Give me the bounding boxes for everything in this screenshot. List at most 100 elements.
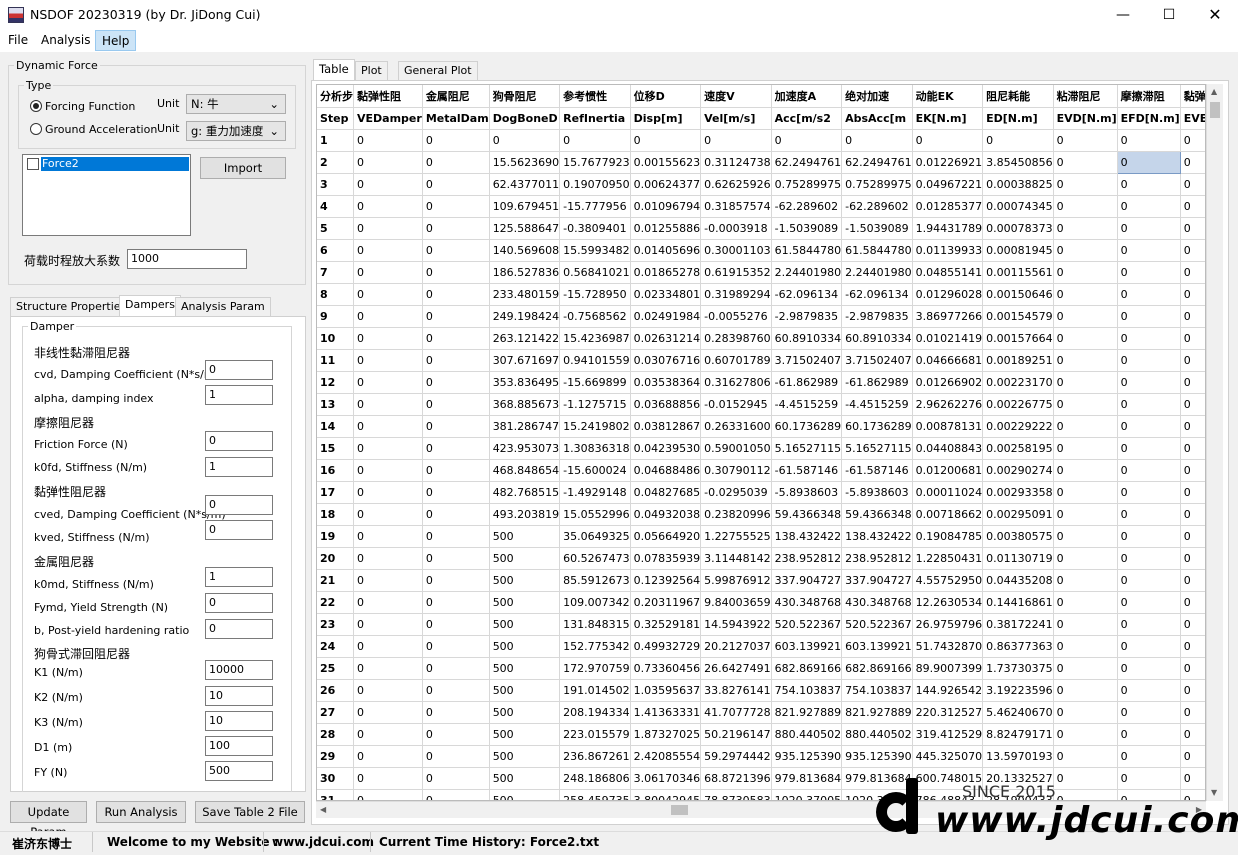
table-cell[interactable]: 0 (353, 525, 423, 548)
table-cell[interactable]: 89.9007399 (912, 657, 984, 680)
table-cell[interactable]: 0 (1053, 679, 1118, 702)
table-cell[interactable]: 0.30790112 (700, 459, 772, 482)
table-cell[interactable]: 19 (317, 525, 354, 548)
table-cell[interactable]: 0.75289975 (841, 173, 913, 196)
table-cell[interactable]: 0 (1116, 150, 1181, 174)
table-cell[interactable]: 2.24401980 (771, 261, 843, 284)
table-cell[interactable]: 3.19223596 (982, 679, 1054, 702)
table-cell[interactable]: 分析步 (317, 85, 354, 108)
table-cell[interactable]: 78.8730583 (700, 789, 772, 800)
table-cell[interactable]: 24 (317, 635, 354, 658)
table-cell[interactable]: 880.440502 (841, 723, 913, 746)
table-cell[interactable]: 0 (353, 745, 423, 768)
table-cell[interactable]: 0 (353, 481, 423, 504)
table-cell[interactable]: 0 (1117, 745, 1181, 768)
table-cell[interactable]: 754.103837 (771, 679, 843, 702)
table-cell[interactable]: 0.00223170 (982, 371, 1054, 394)
table-cell[interactable]: 0.01130719 (982, 547, 1054, 570)
table-cell[interactable]: 0 (422, 459, 490, 482)
table-cell[interactable]: 0 (1180, 151, 1205, 174)
table-cell[interactable]: 0 (422, 525, 490, 548)
table-cell[interactable]: 500 (489, 701, 561, 724)
table-cell[interactable]: 3.06170346 (630, 767, 702, 790)
table-cell[interactable]: 152.775342 (559, 635, 631, 658)
table-cell[interactable]: 0.04688486 (630, 459, 702, 482)
table-cell[interactable]: 0 (353, 261, 423, 284)
table-cell[interactable]: 0.00150646 (982, 283, 1054, 306)
table-cell[interactable]: 黏弹性阻 (1180, 85, 1205, 108)
table-cell[interactable]: 337.904727 (841, 569, 913, 592)
table-cell[interactable]: 0 (1180, 437, 1205, 460)
table-cell[interactable]: 0 (1180, 679, 1205, 702)
table-cell[interactable]: 0 (353, 239, 423, 262)
table-cell[interactable]: 0 (1053, 613, 1118, 636)
table-cell[interactable]: 0 (1053, 239, 1118, 262)
table-cell[interactable]: 0.62625926 (700, 173, 772, 196)
table-cell[interactable]: 3.11448142 (700, 547, 772, 570)
table-cell[interactable]: 208.194334 (559, 701, 631, 724)
table-cell[interactable]: 0 (841, 129, 913, 152)
table-cell[interactable]: 0 (422, 393, 490, 416)
table-cell[interactable]: 0 (1117, 305, 1181, 328)
table-cell[interactable]: 249.198424 (489, 305, 561, 328)
table-cell[interactable]: 4 (317, 195, 354, 218)
table-cell[interactable]: DogBoneD (489, 107, 561, 130)
table-cell[interactable]: 0 (1180, 371, 1205, 394)
table-cell[interactable]: 0 (1117, 261, 1181, 284)
table-cell[interactable]: 0.00718662 (912, 503, 984, 526)
table-cell[interactable]: 0 (422, 239, 490, 262)
table-cell[interactable]: 20 (317, 547, 354, 570)
table-cell[interactable]: 0.49932729 (630, 635, 702, 658)
table-cell[interactable]: 0 (422, 547, 490, 570)
table-cell[interactable]: 223.015579 (559, 723, 631, 746)
table-cell[interactable]: 935.125390 (841, 745, 913, 768)
table-cell[interactable]: 0.01285377 (912, 195, 984, 218)
table-cell[interactable]: 8 (317, 283, 354, 306)
table-cell[interactable]: 0 (422, 635, 490, 658)
menu-file[interactable]: File (2, 30, 34, 51)
table-cell[interactable]: -0.3809401 (559, 217, 631, 240)
table-cell[interactable]: 0.00157664 (982, 327, 1054, 350)
table-cell[interactable]: 25 (317, 657, 354, 680)
table-cell[interactable]: 8.82479171 (982, 723, 1054, 746)
table-cell[interactable]: 186.527836 (489, 261, 561, 284)
table-cell[interactable]: -5.8938603 (771, 481, 843, 504)
table-cell[interactable]: 0 (1117, 679, 1181, 702)
table-cell[interactable]: 0 (1053, 371, 1118, 394)
table-cell[interactable]: 15.5623690 (489, 151, 561, 174)
table-cell[interactable]: 0 (1053, 195, 1118, 218)
table-cell[interactable]: 6 (317, 239, 354, 262)
table-cell[interactable]: 20.2127037 (700, 635, 772, 658)
accel-unit-select[interactable]: g: 重力加速度 ⌄ (186, 121, 286, 141)
table-cell[interactable]: 1.73730375 (982, 657, 1054, 680)
table-cell[interactable]: 速度V (700, 85, 772, 108)
table-cell[interactable]: 加速度A (771, 85, 843, 108)
table-cell[interactable]: -1.5039089 (771, 217, 843, 240)
table-cell[interactable]: -0.7568562 (559, 305, 631, 328)
table-cell[interactable]: 238.952812 (841, 547, 913, 570)
table-cell[interactable]: 0 (1180, 591, 1205, 614)
table-cell[interactable]: 35.0649325 (559, 525, 631, 548)
table-cell[interactable]: -15.669899 (559, 371, 631, 394)
table-cell[interactable]: 59.4366348 (771, 503, 843, 526)
table-cell[interactable]: 0.00295091 (982, 503, 1054, 526)
ground-acceleration-radio[interactable] (30, 123, 42, 135)
table-cell[interactable]: 61.5844780 (771, 239, 843, 262)
table-cell[interactable]: -61.862989 (841, 371, 913, 394)
table-cell[interactable]: 520.522367 (771, 613, 843, 636)
table-cell[interactable]: 59.4366348 (841, 503, 913, 526)
table-cell[interactable]: EVED[N.m (1180, 107, 1205, 130)
table-cell[interactable]: -1.1275715 (559, 393, 631, 416)
scale-factor-input[interactable]: 1000 (127, 249, 247, 269)
table-cell[interactable]: 0 (1180, 283, 1205, 306)
table-cell[interactable]: 14 (317, 415, 354, 438)
table-cell[interactable]: 0.00226775 (982, 393, 1054, 416)
table-cell[interactable]: 0 (1053, 525, 1118, 548)
table-cell[interactable]: 7 (317, 261, 354, 284)
tab-table[interactable]: Table (313, 59, 355, 81)
table-cell[interactable]: 参考惯性 (559, 85, 631, 108)
table-cell[interactable]: 138.432422 (841, 525, 913, 548)
table-cell[interactable]: 430.348768 (771, 591, 843, 614)
table-cell[interactable]: 381.286747 (489, 415, 561, 438)
table-cell[interactable]: 0 (1053, 701, 1118, 724)
